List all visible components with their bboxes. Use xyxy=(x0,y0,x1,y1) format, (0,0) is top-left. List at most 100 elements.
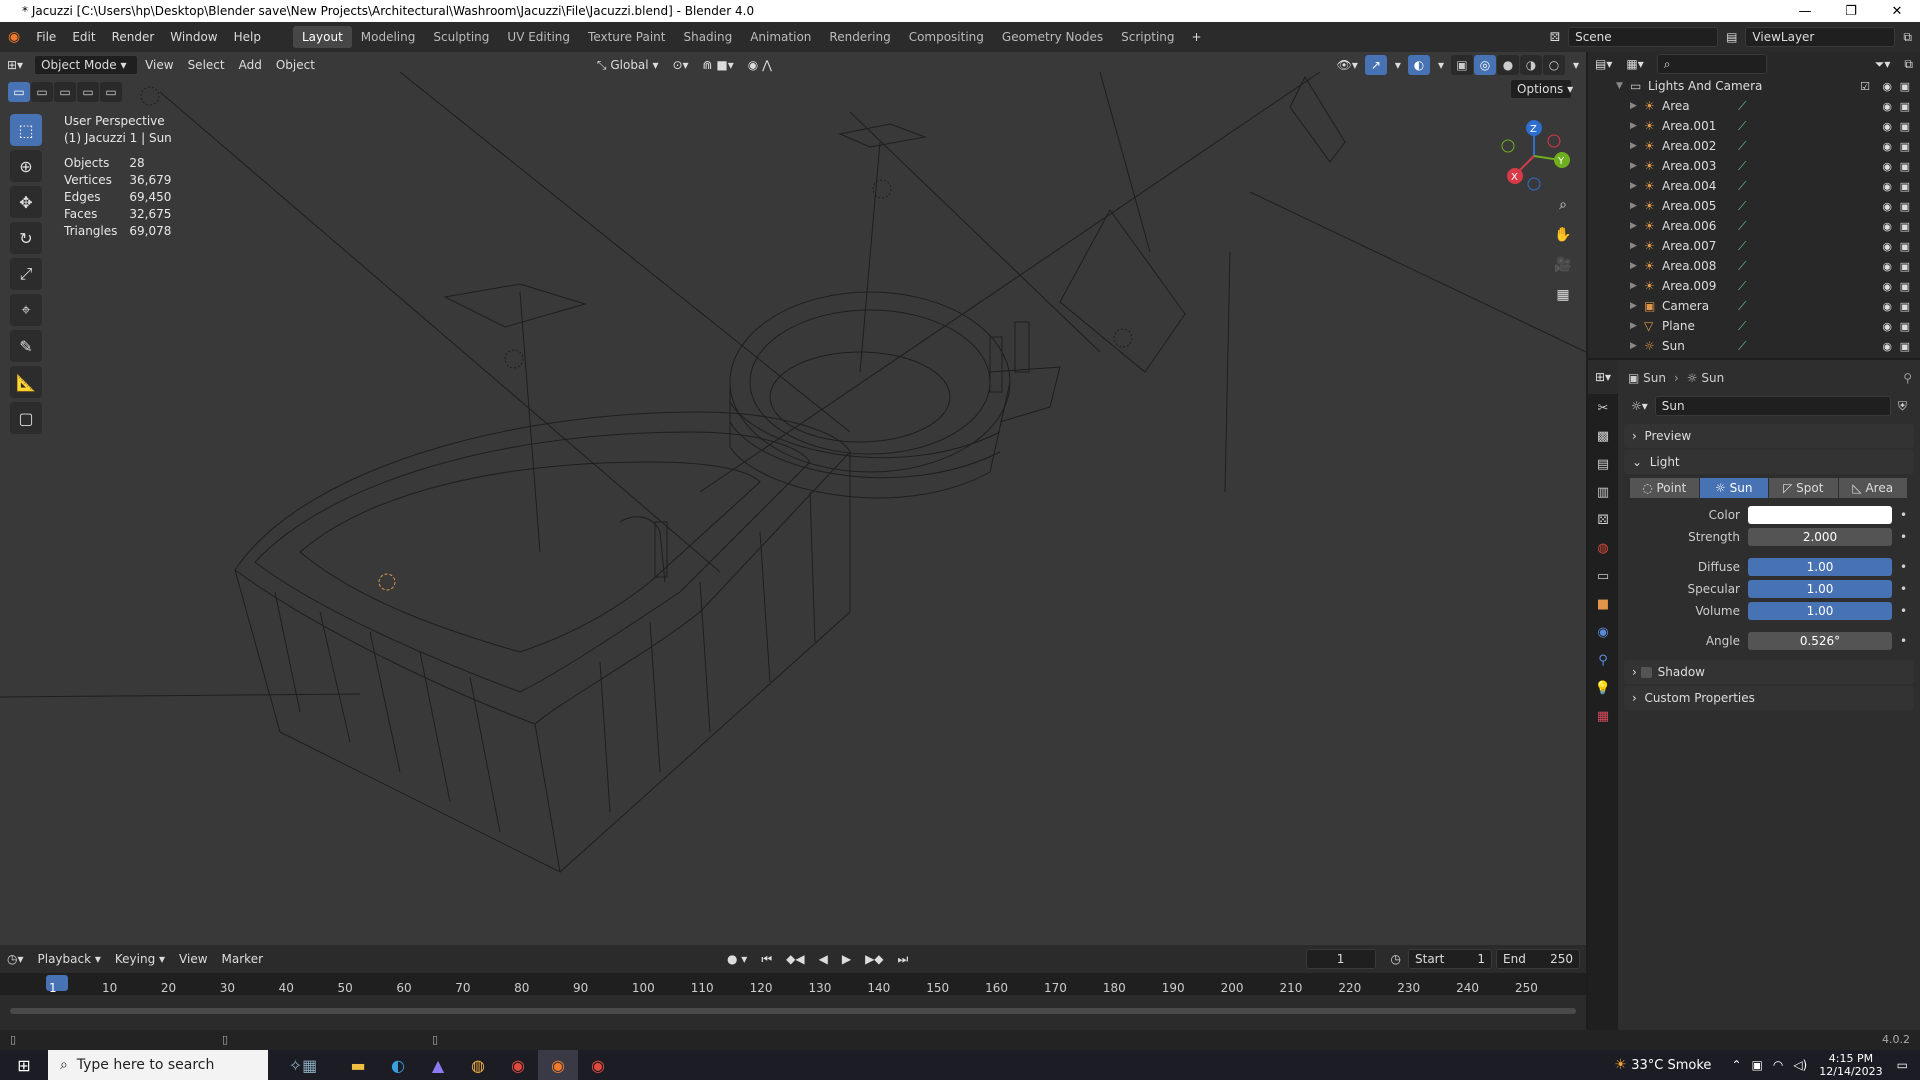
expand-icon[interactable]: ▶ xyxy=(1630,301,1644,311)
object-data-icon[interactable]: ⟋ xyxy=(1738,99,1746,114)
select-intersect-icon[interactable]: ▭ xyxy=(100,82,122,102)
start-frame-field[interactable]: Start 1 xyxy=(1408,949,1492,969)
scene-icon[interactable]: ⚄ xyxy=(1542,30,1568,44)
expand-icon[interactable]: ▶ xyxy=(1630,161,1644,171)
clock[interactable]: 4:15 PM 12/14/2023 xyxy=(1819,1052,1882,1078)
keyframe-dot-icon[interactable]: • xyxy=(1892,634,1907,648)
shadow-panel-header[interactable]: › Shadow xyxy=(1624,660,1914,684)
angle-field[interactable]: 0.526° xyxy=(1748,632,1892,650)
object-data-icon[interactable]: ⟋ xyxy=(1738,119,1746,134)
render-camera-icon[interactable]: ▣ xyxy=(1900,80,1910,93)
add-workspace-icon[interactable]: + xyxy=(1184,30,1210,44)
expand-icon[interactable]: ▶ xyxy=(1630,341,1644,351)
render-camera-icon[interactable]: ▣ xyxy=(1900,220,1910,233)
tray-app-icon[interactable]: ▣ xyxy=(1752,1058,1763,1072)
tab-compositing[interactable]: Compositing xyxy=(900,26,993,48)
move-tool-icon[interactable]: ✥ xyxy=(10,186,42,218)
datablock-browse-icon[interactable]: ☼▾ xyxy=(1624,397,1655,415)
menu-edit[interactable]: Edit xyxy=(64,30,103,44)
rendered-shading-icon[interactable]: ○ xyxy=(1542,55,1565,75)
menu-window[interactable]: Window xyxy=(162,30,225,44)
render-camera-icon[interactable]: ▣ xyxy=(1900,120,1910,133)
light-data-tab-icon[interactable]: 💡 xyxy=(1588,674,1618,702)
transform-tool-icon[interactable]: ⌖ xyxy=(10,294,42,326)
pin-icon[interactable]: ⚲ xyxy=(1903,371,1920,385)
blender-taskbar-icon[interactable]: ◉ xyxy=(538,1050,578,1080)
diffuse-field[interactable]: 1.00 xyxy=(1748,558,1892,576)
texture-tab-icon[interactable]: ▦ xyxy=(1588,702,1618,730)
pan-hand-icon[interactable]: ✋ xyxy=(1550,222,1576,248)
proportional-edit-icon[interactable]: ◉ ⋀ xyxy=(741,56,779,74)
object-data-icon[interactable]: ⟋ xyxy=(1738,279,1746,294)
visibility-icon[interactable]: 👁▾ xyxy=(1330,56,1365,74)
outliner-item-row[interactable]: ▶ ☀ Area ⟋ ◉ ▣ xyxy=(1588,96,1920,116)
weather-text[interactable]: 33°C Smoke xyxy=(1631,1058,1711,1073)
tray-chevron-icon[interactable]: ⌃ xyxy=(1731,1058,1741,1072)
visibility-eye-icon[interactable]: ◉ xyxy=(1882,300,1892,313)
outliner-item-row[interactable]: ▶ ☀ Area.004 ⟋ ◉ ▣ xyxy=(1588,176,1920,196)
render-camera-icon[interactable]: ▣ xyxy=(1900,100,1910,113)
end-frame-field[interactable]: End 250 xyxy=(1496,949,1580,969)
color-swatch[interactable] xyxy=(1748,506,1892,524)
cursor-tool-icon[interactable]: ⊕ xyxy=(10,150,42,182)
add-cube-tool-icon[interactable]: ▢ xyxy=(10,402,42,434)
jump-start-icon[interactable]: ⏮ xyxy=(754,950,779,969)
light-type-area[interactable]: ◺ Area xyxy=(1838,478,1908,498)
light-panel-header[interactable]: ⌄ Light xyxy=(1624,450,1914,474)
object-data-icon[interactable]: ⟋ xyxy=(1738,159,1746,174)
custom-properties-panel-header[interactable]: › Custom Properties xyxy=(1624,686,1914,710)
menu-marker[interactable]: Marker xyxy=(215,950,270,968)
object-data-icon[interactable]: ⟋ xyxy=(1738,259,1746,274)
xray-toggle-icon[interactable]: ▣ xyxy=(1450,55,1473,75)
notifications-icon[interactable]: ▭ xyxy=(1897,1058,1908,1072)
render-camera-icon[interactable]: ▣ xyxy=(1900,200,1910,213)
checkbox-icon[interactable]: ☑ xyxy=(1860,80,1870,93)
shadow-checkbox[interactable] xyxy=(1640,666,1652,678)
pivot-icon[interactable]: ⊙▾ xyxy=(665,56,695,74)
expand-icon[interactable]: ▶ xyxy=(1630,281,1644,291)
outliner-item-row[interactable]: ▶ ☀ Area.001 ⟋ ◉ ▣ xyxy=(1588,116,1920,136)
visibility-eye-icon[interactable]: ◉ xyxy=(1882,200,1892,213)
expand-icon[interactable]: ▶ xyxy=(1630,121,1644,131)
specular-field[interactable]: 1.00 xyxy=(1748,580,1892,598)
minimize-button[interactable]: — xyxy=(1782,4,1828,19)
chrome-icon[interactable]: ◉ xyxy=(498,1050,538,1080)
visibility-eye-icon[interactable]: ◉ xyxy=(1882,180,1892,193)
preview-range-icon[interactable]: ◷ xyxy=(1384,950,1408,968)
tab-texture-paint[interactable]: Texture Paint xyxy=(579,26,674,48)
search-highlight-icon[interactable]: ✧▦ xyxy=(268,1050,338,1080)
maximize-button[interactable]: ❐ xyxy=(1828,4,1874,19)
tab-sculpting[interactable]: Sculpting xyxy=(424,26,498,48)
display-mode-icon[interactable]: ▦▾ xyxy=(1619,55,1650,73)
editor-type-icon[interactable]: ⊞▾ xyxy=(0,56,30,74)
transform-orientation-select[interactable]: ⤡ Global ▾ xyxy=(590,56,666,75)
object-data-icon[interactable]: ⟋ xyxy=(1738,299,1746,314)
taskbar-search-input[interactable]: ⌕ Type here to search xyxy=(48,1050,268,1080)
menu-add[interactable]: Add xyxy=(232,56,269,74)
viewlayer-field[interactable]: ViewLayer xyxy=(1745,27,1896,47)
visibility-eye-icon[interactable]: ◉ xyxy=(1882,100,1892,113)
filter-icon[interactable]: ⏷▾ xyxy=(1868,55,1898,74)
render-camera-icon[interactable]: ▣ xyxy=(1900,260,1910,273)
wifi-icon[interactable]: ◠ xyxy=(1773,1058,1783,1072)
outliner-item-row[interactable]: ▶ ☀ Area.003 ⟋ ◉ ▣ xyxy=(1588,156,1920,176)
play-reverse-icon[interactable]: ◀ xyxy=(812,950,835,968)
collapse-icon[interactable]: ▼ xyxy=(1616,81,1630,91)
next-keyframe-icon[interactable]: ▶◆ xyxy=(858,950,890,968)
outliner-search-input[interactable]: ⌕ xyxy=(1656,54,1767,74)
physics-tab-icon[interactable]: ◉ xyxy=(1588,618,1618,646)
close-button[interactable]: ✕ xyxy=(1874,4,1920,19)
menu-timeline-view[interactable]: View xyxy=(172,950,214,968)
grid-ortho-icon[interactable]: ▦ xyxy=(1550,282,1576,308)
object-tab-icon[interactable]: ■ xyxy=(1588,590,1618,618)
zoom-icon[interactable]: ⌕ xyxy=(1550,192,1576,218)
outliner-item-row[interactable]: ▶ ▽ Plane ⟋ ◉ ▣ xyxy=(1588,316,1920,336)
new-viewlayer-icon[interactable]: ⧉ xyxy=(1895,30,1920,45)
overlay-toggle-icon[interactable]: ◐ xyxy=(1407,55,1430,75)
render-camera-icon[interactable]: ▣ xyxy=(1900,340,1910,353)
play-icon[interactable]: ▶ xyxy=(835,950,858,968)
light-type-spot[interactable]: ◸ Spot xyxy=(1769,478,1839,498)
keyframe-dot-icon[interactable]: • xyxy=(1892,560,1907,574)
material-shading-icon[interactable]: ◑ xyxy=(1519,55,1542,75)
menu-playback[interactable]: Playback ▾ xyxy=(31,950,108,968)
